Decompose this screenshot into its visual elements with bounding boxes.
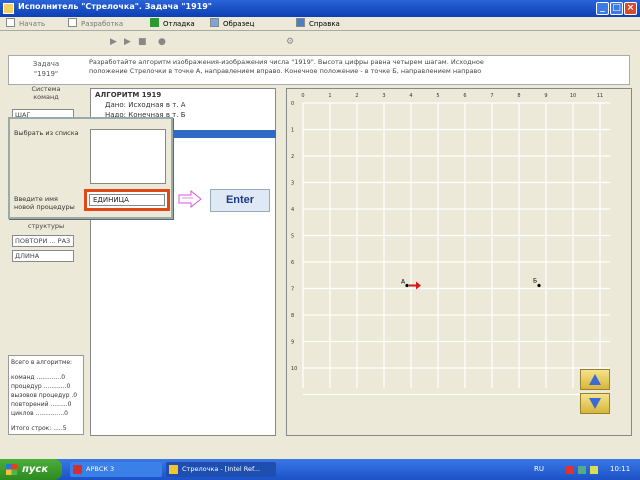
y-tick-label: 2	[291, 154, 294, 160]
help-icon	[296, 18, 305, 27]
y-tick-label: 4	[291, 207, 294, 213]
down-triangle-icon	[589, 398, 601, 409]
sample-icon	[210, 18, 219, 27]
tray-icon[interactable]	[566, 466, 574, 474]
taskbar-item-2[interactable]: Стрелочка - [Intel Ref...	[166, 462, 276, 477]
task-info: Задача "1919" Разработайте алгоритм изоб…	[8, 55, 630, 85]
x-tick-label: 8	[517, 93, 520, 99]
x-tick-label: 11	[597, 93, 603, 99]
close-button[interactable]: ×	[624, 2, 637, 15]
scroll-up-button[interactable]	[580, 369, 610, 390]
language-indicator[interactable]: RU	[534, 459, 544, 480]
settings-icon[interactable]: ⚙	[286, 37, 294, 47]
maximize-button[interactable]: □	[610, 2, 623, 15]
taskbar-item-1[interactable]: АРВСК 3	[70, 462, 162, 477]
stop-icon[interactable]: ●	[158, 37, 166, 47]
app-icon	[73, 465, 82, 474]
scroll-down-button[interactable]	[580, 393, 610, 414]
right-arrow-icon	[178, 190, 202, 208]
point-a-label: А	[401, 279, 406, 286]
y-tick-label: 0	[291, 101, 294, 107]
y-tick-label: 1	[291, 128, 294, 134]
structures-caption: структуры	[27, 222, 65, 230]
stats-line: процедур ............0	[11, 383, 71, 390]
stats-line: циклов ...............0	[11, 410, 68, 417]
repeat-button[interactable]: ПОВТОРИ ... РАЗ	[12, 235, 74, 247]
commands-caption: Система команд	[31, 85, 61, 101]
play-icon	[150, 18, 159, 27]
task-description: Разработайте алгоритм изображения-изобра…	[89, 58, 484, 75]
length-button[interactable]: ДЛИНА	[12, 250, 74, 262]
y-tick-label: 5	[291, 234, 294, 240]
x-tick-label: 7	[490, 93, 493, 99]
y-tick-label: 6	[291, 260, 294, 266]
y-tick-label: 7	[291, 287, 294, 293]
up-triangle-icon	[589, 374, 601, 385]
x-tick-label: 9	[544, 93, 547, 99]
x-tick-label: 10	[570, 93, 576, 99]
run-icon[interactable]: ▶	[110, 37, 117, 47]
stats-panel: Всего в алгоритме: команд .............0…	[8, 355, 84, 435]
menu-bar: Начать Разработка Отладка Образец Справк…	[0, 17, 640, 31]
y-tick-label: 9	[291, 340, 294, 346]
choose-label: Выбрать из списка	[14, 129, 79, 137]
start-button[interactable]: пуск	[0, 459, 62, 480]
menu-debug[interactable]: Отладка	[150, 18, 195, 30]
stats-line: вызовов процедур .0	[11, 392, 78, 399]
clock: 10:11	[610, 465, 631, 473]
taskbar: пуск АРВСК 3 Стрелочка - [Intel Ref... R…	[0, 459, 640, 480]
point-a	[405, 283, 409, 288]
stats-line: команд .............0	[11, 374, 66, 381]
task-label: Задача "1919"	[32, 60, 60, 78]
algorithm-title: АЛГОРИТМ 1919	[95, 91, 162, 99]
stats-line: повторений .........0	[11, 401, 72, 408]
start-icon	[6, 18, 15, 27]
system-tray: RU 10:11	[530, 459, 640, 480]
stats-title: Всего в алгоритме:	[11, 359, 73, 366]
app-icon	[3, 3, 14, 14]
x-tick-label: 1	[328, 93, 331, 99]
x-tick-label: 4	[409, 93, 412, 99]
x-tick-label: 3	[382, 93, 385, 99]
stats-footer: Итого строк: .....5	[11, 425, 67, 432]
toolbar: ▶ ▶ ■ ● ⚙	[0, 31, 640, 51]
x-tick-label: 2	[355, 93, 358, 99]
app-icon	[169, 465, 178, 474]
procedure-list[interactable]	[90, 129, 166, 184]
point-b-label: Б	[533, 278, 537, 285]
y-tick-label: 10	[291, 366, 297, 372]
y-tick-label: 3	[291, 181, 294, 187]
menu-develop[interactable]: Разработка	[68, 18, 123, 30]
enter-button[interactable]: Enter	[210, 189, 270, 212]
step-icon[interactable]: ▶	[124, 37, 131, 47]
algorithm-given: Дано: Исходная в т. А	[105, 101, 186, 109]
y-tick-label: 8	[291, 313, 294, 319]
menu-sample[interactable]: Образец	[210, 18, 254, 30]
procedure-name-input[interactable]: ЕДИНИЦА	[89, 194, 165, 206]
tray-icon[interactable]	[590, 466, 598, 474]
minimize-button[interactable]: _	[596, 2, 609, 15]
title-bar: Исполнитель "Стрелочка". Задача "1919" _…	[0, 0, 640, 17]
procedure-dialog: Выбрать из списка Введите имя новой проце…	[8, 117, 173, 219]
x-tick-label: 5	[436, 93, 439, 99]
enter-name-label: Введите имя новой процедуры	[14, 195, 75, 211]
tray-icon[interactable]	[578, 466, 586, 474]
x-tick-label: 6	[463, 93, 466, 99]
input-highlight: ЕДИНИЦА	[84, 189, 170, 211]
point-b	[537, 283, 541, 288]
menu-start[interactable]: Начать	[6, 18, 45, 30]
pause-icon[interactable]: ■	[138, 37, 147, 47]
windows-icon	[6, 464, 17, 475]
window-title: Исполнитель "Стрелочка". Задача "1919"	[18, 2, 212, 11]
develop-icon	[68, 18, 77, 27]
x-tick-label: 0	[301, 93, 304, 99]
menu-help[interactable]: Справка	[296, 18, 340, 30]
